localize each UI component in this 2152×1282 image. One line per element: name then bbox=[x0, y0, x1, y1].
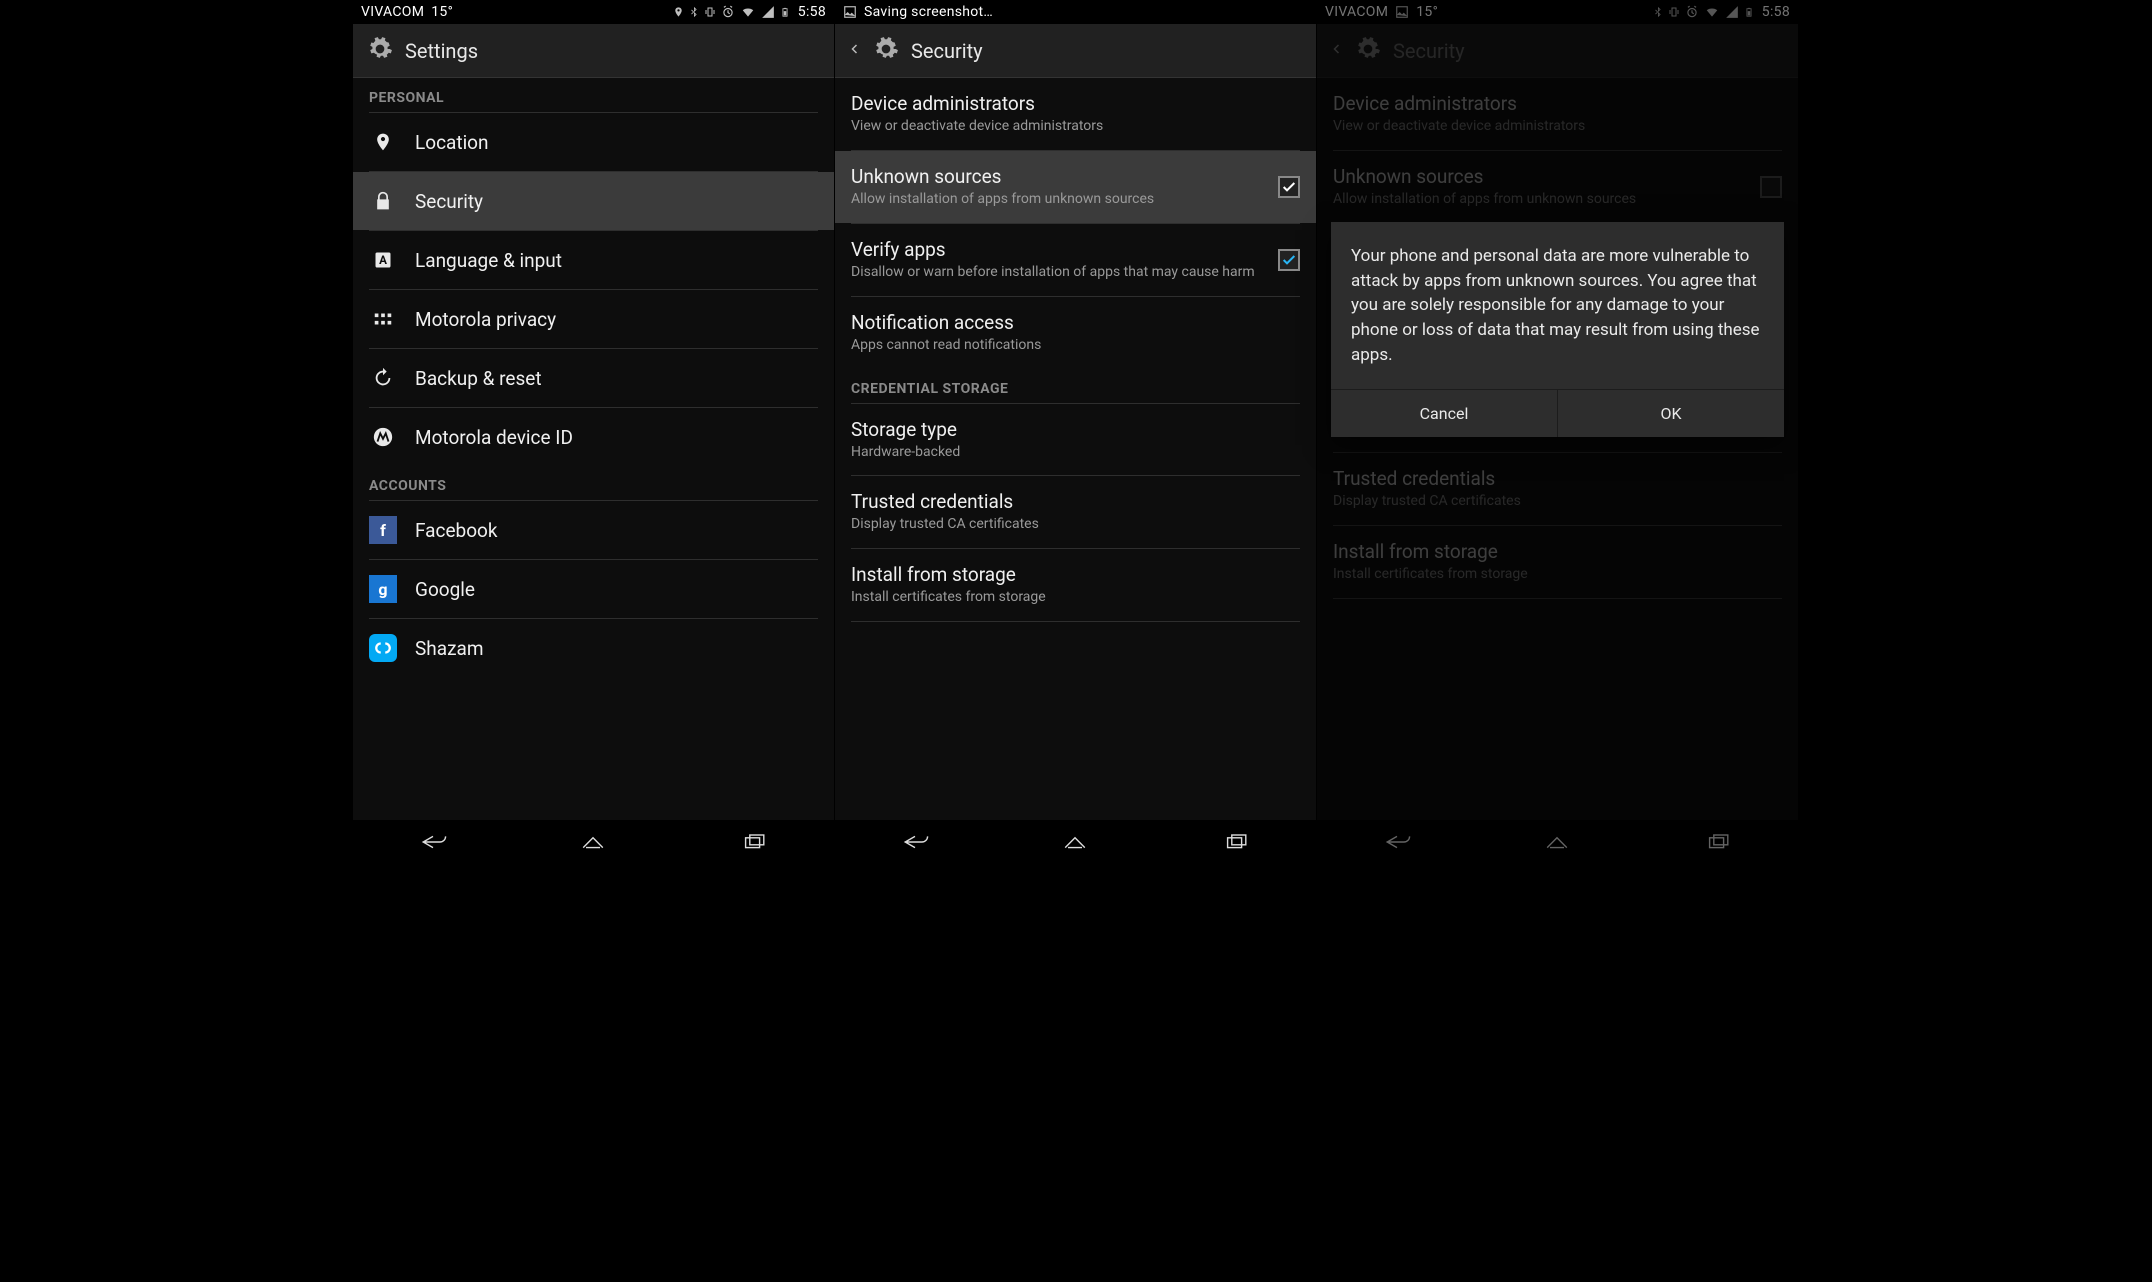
nav-back-button[interactable] bbox=[419, 832, 447, 856]
shazam-icon bbox=[369, 634, 397, 662]
row-motorola-privacy[interactable]: Motorola privacy bbox=[353, 290, 834, 348]
nav-back-button[interactable] bbox=[901, 832, 929, 856]
row-install-from-storage[interactable]: Install from storage Install certificate… bbox=[835, 549, 1316, 621]
image-icon bbox=[843, 5, 857, 19]
nav-bar bbox=[1317, 820, 1798, 868]
page-title: Security bbox=[911, 39, 983, 63]
clock-label: 5:58 bbox=[798, 4, 826, 20]
nav-recent-button[interactable] bbox=[1222, 832, 1250, 856]
restore-icon bbox=[369, 367, 397, 389]
signal-icon bbox=[1725, 5, 1739, 19]
carrier-label: VIVACOM bbox=[1325, 4, 1388, 20]
section-credential-storage: CREDENTIAL STORAGE bbox=[835, 369, 1316, 403]
facebook-icon: f bbox=[369, 516, 397, 544]
battery-icon bbox=[780, 5, 790, 19]
settings-gear-icon bbox=[1355, 36, 1381, 66]
row-unknown-sources[interactable]: Unknown sources Allow installation of ap… bbox=[835, 151, 1316, 223]
dialog-message: Your phone and personal data are more vu… bbox=[1331, 222, 1784, 389]
unknown-sources-warning-dialog: Your phone and personal data are more vu… bbox=[1331, 222, 1784, 437]
nav-home-button[interactable] bbox=[1061, 832, 1089, 856]
bluetooth-icon bbox=[689, 5, 699, 19]
temperature-label: 15° bbox=[431, 4, 453, 20]
row-motorola-id[interactable]: Motorola device ID bbox=[353, 408, 834, 466]
status-bar: Saving screenshot… bbox=[835, 0, 1316, 24]
row-device-administrators: Device administrators View or deactivate… bbox=[1317, 78, 1798, 150]
nav-home-button[interactable] bbox=[1543, 832, 1571, 856]
alarm-icon bbox=[721, 5, 735, 19]
page-title: Security bbox=[1393, 39, 1465, 63]
row-unknown-sources: Unknown sources Allow installation of ap… bbox=[1317, 151, 1798, 223]
wifi-icon bbox=[1704, 5, 1720, 19]
google-icon: g bbox=[369, 575, 397, 603]
back-chevron-icon[interactable] bbox=[849, 39, 861, 63]
phone-security: Saving screenshot… Security Device admin… bbox=[835, 0, 1317, 868]
dialog-cancel-button[interactable]: Cancel bbox=[1331, 390, 1558, 437]
row-verify-apps[interactable]: Verify apps Disallow or warn before inst… bbox=[835, 224, 1316, 296]
nav-bar bbox=[835, 820, 1316, 868]
language-icon: A bbox=[369, 249, 397, 271]
clock-label: 5:58 bbox=[1762, 4, 1790, 20]
row-backup-reset[interactable]: Backup & reset bbox=[353, 349, 834, 407]
location-pin-icon bbox=[369, 130, 397, 154]
nav-recent-button[interactable] bbox=[1704, 832, 1732, 856]
motorola-icon bbox=[369, 426, 397, 448]
row-account-shazam[interactable]: Shazam bbox=[353, 619, 834, 677]
row-trusted-credentials: Trusted credentials Display trusted CA c… bbox=[1317, 453, 1798, 525]
bluetooth-icon bbox=[1653, 5, 1663, 19]
temperature-label: 15° bbox=[1416, 4, 1438, 20]
privacy-icon bbox=[369, 308, 397, 330]
battery-icon bbox=[1744, 5, 1754, 19]
row-security[interactable]: Security bbox=[353, 172, 834, 230]
action-bar: Security bbox=[1317, 24, 1798, 78]
lock-icon bbox=[369, 189, 397, 213]
status-bar: VIVACOM 15° 5:58 bbox=[353, 0, 834, 24]
vibrate-icon bbox=[704, 5, 716, 19]
settings-gear-icon bbox=[873, 36, 899, 66]
nav-recent-button[interactable] bbox=[740, 832, 768, 856]
dialog-ok-button[interactable]: OK bbox=[1558, 390, 1784, 437]
action-bar: Settings bbox=[353, 24, 834, 78]
row-account-google[interactable]: g Google bbox=[353, 560, 834, 618]
unknown-sources-checkbox[interactable] bbox=[1278, 176, 1300, 198]
row-account-facebook[interactable]: f Facebook bbox=[353, 501, 834, 559]
page-title: Settings bbox=[405, 39, 478, 63]
location-icon bbox=[673, 5, 684, 19]
nav-home-button[interactable] bbox=[579, 832, 607, 856]
verify-apps-checkbox[interactable] bbox=[1278, 249, 1300, 271]
unknown-sources-checkbox bbox=[1760, 176, 1782, 198]
screenshot-saving-label: Saving screenshot… bbox=[864, 4, 993, 20]
section-accounts: ACCOUNTS bbox=[353, 466, 834, 500]
row-device-administrators[interactable]: Device administrators View or deactivate… bbox=[835, 78, 1316, 150]
row-storage-type[interactable]: Storage type Hardware-backed bbox=[835, 404, 1316, 476]
row-location[interactable]: Location bbox=[353, 113, 834, 171]
vibrate-icon bbox=[1668, 5, 1680, 19]
status-bar: VIVACOM 15° 5:58 bbox=[1317, 0, 1798, 24]
row-install-from-storage: Install from storage Install certificate… bbox=[1317, 526, 1798, 598]
carrier-label: VIVACOM bbox=[361, 4, 424, 20]
row-trusted-credentials[interactable]: Trusted credentials Display trusted CA c… bbox=[835, 476, 1316, 548]
svg-text:A: A bbox=[379, 253, 387, 267]
signal-icon bbox=[761, 5, 775, 19]
nav-bar bbox=[353, 820, 834, 868]
settings-gear-icon bbox=[367, 36, 393, 66]
image-icon bbox=[1395, 5, 1409, 19]
back-chevron-icon bbox=[1331, 39, 1343, 63]
wifi-icon bbox=[740, 5, 756, 19]
phone-security-dialog: VIVACOM 15° 5:58 Security Device adminis… bbox=[1317, 0, 1799, 868]
row-notification-access[interactable]: Notification access Apps cannot read not… bbox=[835, 297, 1316, 369]
section-personal: PERSONAL bbox=[353, 78, 834, 112]
nav-back-button[interactable] bbox=[1383, 832, 1411, 856]
row-language[interactable]: A Language & input bbox=[353, 231, 834, 289]
action-bar: Security bbox=[835, 24, 1316, 78]
alarm-icon bbox=[1685, 5, 1699, 19]
phone-settings: VIVACOM 15° 5:58 Settings PERSONAL Locat… bbox=[353, 0, 835, 868]
